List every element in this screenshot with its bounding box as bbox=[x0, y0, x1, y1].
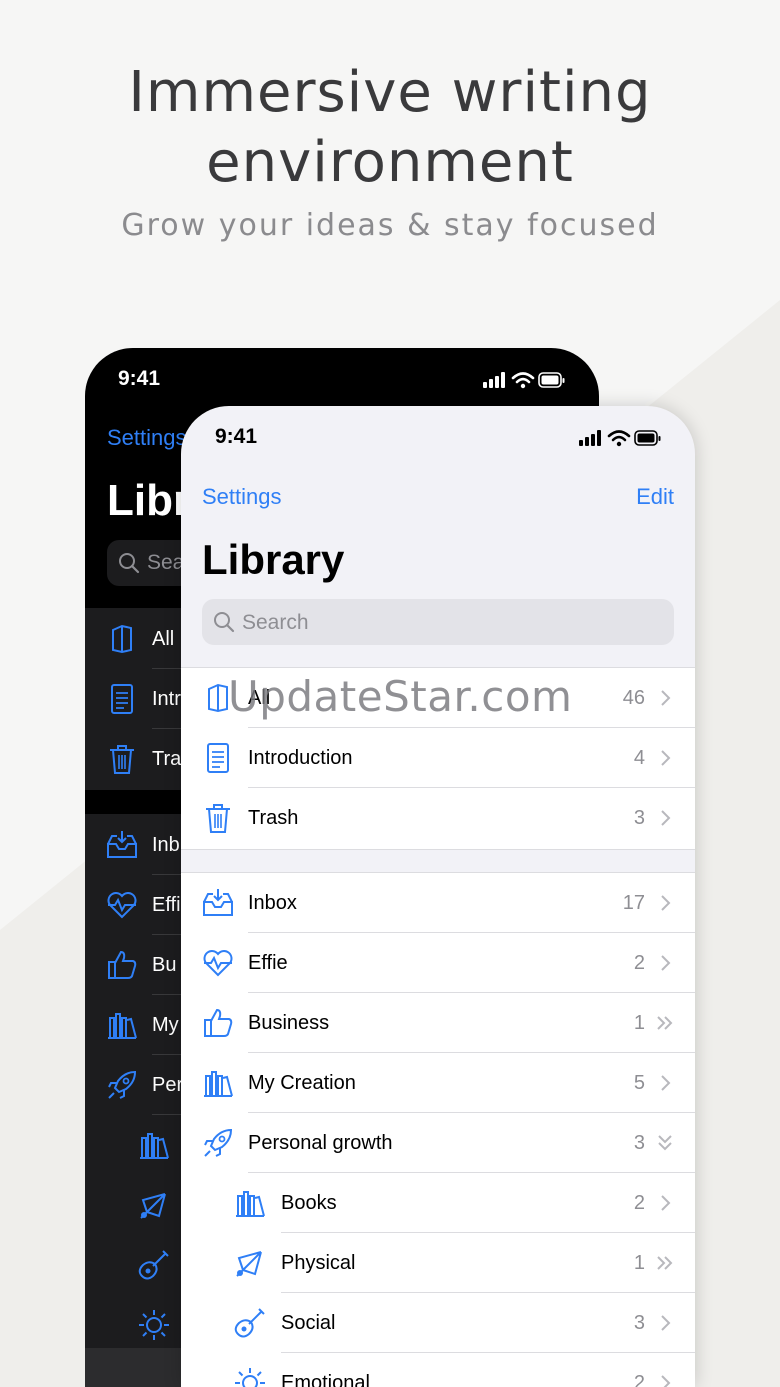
document-icon bbox=[207, 743, 229, 773]
list-item-books[interactable]: Books 2 bbox=[181, 1173, 695, 1233]
rocket-icon bbox=[108, 1070, 137, 1099]
battery-icon bbox=[634, 430, 661, 446]
search-placeholder: Search bbox=[242, 611, 309, 634]
status-time: 9:41 bbox=[215, 425, 258, 448]
watermark: UpdateStar.com bbox=[228, 672, 573, 721]
headline-subtitle: Grow your ideas & stay focused bbox=[121, 208, 659, 243]
inbox-icon bbox=[107, 831, 137, 858]
trash-icon bbox=[110, 745, 134, 774]
item-count: 2 bbox=[633, 1372, 645, 1387]
list-item-effie[interactable]: Effie 2 bbox=[181, 933, 695, 993]
list-item-inbox[interactable]: Inbox 17 bbox=[181, 873, 695, 933]
search-input[interactable]: Search bbox=[202, 599, 674, 645]
signal-icon bbox=[483, 372, 505, 388]
light-phone-mockup: 9:41 Settings Edit Library Search All 46… bbox=[181, 406, 695, 1387]
item-count: 3 bbox=[633, 1132, 645, 1154]
chevron-right-icon bbox=[661, 810, 671, 826]
status-icons bbox=[579, 428, 661, 448]
trash-icon bbox=[206, 804, 230, 833]
guitar-icon bbox=[138, 1250, 169, 1280]
item-count: 2 bbox=[633, 1192, 645, 1214]
list-item-introduction[interactable]: Introduction 4 bbox=[181, 728, 695, 788]
signal-icon bbox=[579, 430, 601, 446]
thumbs-up-icon bbox=[108, 950, 137, 979]
status-time: 9:41 bbox=[118, 367, 161, 390]
double-chevron-right-icon bbox=[657, 1256, 673, 1270]
list-item-emotional[interactable]: Emotional 2 bbox=[181, 1353, 695, 1387]
shuttlecock-icon bbox=[236, 1251, 262, 1277]
list-item-social[interactable]: Social 3 bbox=[181, 1293, 695, 1353]
headline-line-2: environment bbox=[206, 130, 574, 195]
heartbeat-icon bbox=[203, 950, 233, 977]
book-icon bbox=[112, 624, 132, 654]
wifi-icon bbox=[511, 372, 535, 384]
settings-button[interactable]: Settings bbox=[107, 425, 187, 451]
chevron-right-icon bbox=[661, 750, 671, 766]
chevron-right-icon bbox=[661, 1195, 671, 1211]
guitar-icon bbox=[234, 1308, 265, 1338]
folder-group: Inbox 17 Effie 2 Business 1 My Creation … bbox=[181, 872, 695, 1387]
item-count: 46 bbox=[622, 687, 645, 709]
chevron-right-icon bbox=[661, 1315, 671, 1331]
list-item-my-creation[interactable]: My Creation 5 bbox=[181, 1053, 695, 1113]
books-icon bbox=[204, 1071, 233, 1097]
inbox-icon bbox=[203, 889, 233, 916]
sun-icon bbox=[139, 1310, 169, 1340]
wifi-icon bbox=[607, 430, 631, 442]
chevron-right-icon bbox=[661, 955, 671, 971]
chevron-right-icon bbox=[661, 1375, 671, 1387]
item-count: 1 bbox=[633, 1012, 645, 1034]
heartbeat-icon bbox=[107, 892, 137, 919]
thumbs-up-icon bbox=[204, 1008, 233, 1037]
double-chevron-right-icon bbox=[657, 1016, 673, 1030]
item-count: 2 bbox=[633, 952, 645, 974]
sun-icon bbox=[235, 1368, 265, 1387]
search-icon bbox=[119, 553, 140, 574]
list-item-business[interactable]: Business 1 bbox=[181, 993, 695, 1053]
item-count: 17 bbox=[622, 892, 645, 914]
search-icon bbox=[214, 612, 235, 633]
list-item-personal-growth[interactable]: Personal growth 3 bbox=[181, 1113, 695, 1173]
books-icon bbox=[140, 1133, 169, 1159]
item-count: 3 bbox=[633, 807, 645, 829]
item-count: 5 bbox=[633, 1072, 645, 1094]
document-icon bbox=[111, 684, 133, 714]
list-item-trash[interactable]: Trash 3 bbox=[181, 788, 695, 848]
shuttlecock-icon bbox=[140, 1193, 166, 1219]
list-item-physical[interactable]: Physical 1 bbox=[181, 1233, 695, 1293]
item-count: 4 bbox=[633, 747, 645, 769]
page-title: Libr bbox=[107, 476, 191, 525]
rocket-icon bbox=[204, 1128, 233, 1157]
settings-button[interactable]: Settings bbox=[202, 484, 282, 510]
books-icon bbox=[236, 1191, 265, 1217]
headline: Immersive writing environment bbox=[0, 58, 780, 198]
chevron-right-icon bbox=[661, 690, 671, 706]
battery-icon bbox=[538, 372, 565, 388]
chevron-right-icon bbox=[661, 1075, 671, 1091]
status-icons bbox=[483, 370, 565, 390]
item-count: 3 bbox=[633, 1312, 645, 1334]
headline-line-1: Immersive writing bbox=[128, 60, 652, 125]
edit-button[interactable]: Edit bbox=[636, 484, 674, 510]
page-title: Library bbox=[202, 536, 345, 583]
search-placeholder: Sea bbox=[147, 551, 185, 574]
double-chevron-down-icon bbox=[658, 1135, 672, 1151]
item-count: 1 bbox=[633, 1252, 645, 1274]
chevron-right-icon bbox=[661, 895, 671, 911]
books-icon bbox=[108, 1013, 137, 1039]
